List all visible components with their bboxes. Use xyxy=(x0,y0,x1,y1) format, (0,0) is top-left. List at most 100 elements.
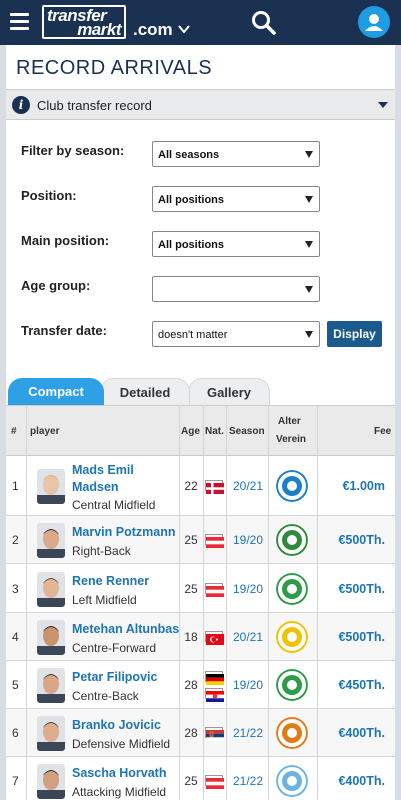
season-link[interactable]: 19/20 xyxy=(230,533,266,547)
flag-denmark-icon xyxy=(205,480,224,494)
column-divider xyxy=(317,405,318,800)
former-club-crest-icon[interactable] xyxy=(276,470,308,502)
season-select[interactable]: All seasons xyxy=(152,141,320,167)
season-link[interactable]: 21/22 xyxy=(230,774,266,788)
table-row: 5 Petar Filipovic Centre-Back 28 19/20 €45… xyxy=(6,661,395,709)
column-divider xyxy=(203,405,204,800)
player-name-line-1[interactable]: Mads Emil xyxy=(72,463,134,477)
player-name-link[interactable]: Marvin Potzmann xyxy=(72,524,184,541)
transfer-fee-link[interactable]: €500Th. xyxy=(319,533,385,547)
header-season[interactable]: Season xyxy=(229,426,265,437)
search-icon[interactable] xyxy=(250,9,278,37)
player-position: Centre-Forward xyxy=(72,641,157,655)
domain-selector[interactable]: .com xyxy=(133,20,173,40)
transfer-fee-link[interactable]: €500Th. xyxy=(319,630,385,644)
transfer-fee-link[interactable]: €1.00m xyxy=(319,479,385,493)
row-number: 2 xyxy=(12,533,19,547)
table-row: 4 Metehan Altunbas Centre-Forward 18 20/21… xyxy=(6,613,395,661)
player-name-link[interactable]: Petar Filipovic xyxy=(72,669,184,686)
player-name-line-1[interactable]: Sascha Horvath xyxy=(72,766,166,780)
site-logo[interactable]: transfer markt xyxy=(42,5,126,39)
row-number: 7 xyxy=(12,774,19,788)
column-divider xyxy=(226,405,227,800)
player-position: Right-Back xyxy=(72,544,131,558)
main-position-select[interactable]: All positions xyxy=(152,231,320,257)
transfer-fee-link[interactable]: €400Th. xyxy=(319,774,385,788)
transfer-date-filter-label: Transfer date: xyxy=(21,323,107,338)
player-name-link[interactable]: Mads Emil Madsen xyxy=(72,462,184,496)
season-filter-label: Filter by season: xyxy=(21,143,125,158)
player-name-link[interactable]: Sascha Horvath xyxy=(72,765,184,782)
position-filter-label: Position: xyxy=(21,188,77,203)
page-title: RECORD ARRIVALS xyxy=(16,57,213,79)
table-row: 7 Sascha Horvath Attacking Midfield 25 21/… xyxy=(6,757,395,800)
info-bar[interactable]: i Club transfer record xyxy=(6,89,395,120)
flag-germany-icon xyxy=(205,671,224,685)
player-name-link[interactable]: Branko Jovicic xyxy=(72,717,184,734)
player-position: Defensive Midfield xyxy=(72,737,171,751)
player-age: 28 xyxy=(184,726,198,740)
main-position-filter-label: Main position: xyxy=(21,233,110,248)
former-club-crest-icon[interactable] xyxy=(276,524,308,556)
header-nationality: Nat. xyxy=(205,426,224,437)
display-button[interactable]: Display xyxy=(327,321,382,347)
table-row: 1 Mads Emil Madsen Central Midfield 22 20/2… xyxy=(6,456,395,516)
chevron-down-icon[interactable] xyxy=(177,22,191,36)
tab-detailed[interactable]: Detailed xyxy=(100,378,190,405)
player-photo[interactable] xyxy=(37,620,65,655)
header-player[interactable]: player xyxy=(30,426,59,437)
player-name-link[interactable]: Metehan Altunbas xyxy=(72,621,184,638)
row-number: 5 xyxy=(12,678,19,692)
transfer-fee-link[interactable]: €400Th. xyxy=(319,726,385,740)
player-photo[interactable] xyxy=(37,764,65,799)
player-age: 25 xyxy=(184,774,198,788)
info-icon: i xyxy=(12,96,30,114)
flag-austria-icon xyxy=(205,534,224,548)
player-age: 28 xyxy=(184,678,198,692)
caret-down-icon[interactable] xyxy=(378,102,388,108)
flag-austria-icon xyxy=(205,582,224,597)
tab-compact[interactable]: Compact xyxy=(8,378,104,405)
user-account-button[interactable] xyxy=(358,6,390,38)
player-name-link[interactable]: Rene Renner xyxy=(72,573,184,590)
row-number: 4 xyxy=(12,630,19,644)
age-group-select[interactable] xyxy=(152,276,320,302)
season-link[interactable]: 20/21 xyxy=(230,479,266,493)
player-name-line-1[interactable]: Rene Renner xyxy=(72,574,149,588)
header-age[interactable]: Age xyxy=(181,426,200,437)
player-photo[interactable] xyxy=(37,668,65,703)
former-club-crest-icon[interactable] xyxy=(276,717,308,749)
player-photo[interactable] xyxy=(37,469,65,504)
former-club-crest-icon[interactable] xyxy=(276,572,308,605)
player-photo[interactable] xyxy=(37,716,65,751)
table-row: 3 Rene Renner Left Midfield 25 19/20 €500T… xyxy=(6,564,395,613)
player-name-line-1[interactable]: Petar Filipovic xyxy=(72,670,157,684)
season-link[interactable]: 19/20 xyxy=(230,582,266,596)
tab-gallery[interactable]: Gallery xyxy=(188,378,270,405)
position-select[interactable]: All positions xyxy=(152,186,320,212)
player-photo[interactable] xyxy=(37,571,65,607)
player-name-line-1[interactable]: Branko Jovicic xyxy=(72,718,161,732)
table-row: 6 Branko Jovicic Defensive Midfield 28 21/… xyxy=(6,709,395,757)
user-icon xyxy=(365,14,383,31)
age-group-filter-label: Age group: xyxy=(21,278,91,293)
top-navigation-bar: transfer markt .com xyxy=(0,0,401,45)
season-link[interactable]: 21/22 xyxy=(230,726,266,740)
former-club-crest-icon[interactable] xyxy=(276,765,308,797)
transfer-fee-link[interactable]: €450Th. xyxy=(319,678,385,692)
season-link[interactable]: 20/21 xyxy=(230,630,266,644)
player-name-line-2[interactable]: Madsen xyxy=(72,480,119,494)
transfer-date-select[interactable]: doesn't matter xyxy=(152,321,320,347)
transfer-fee-link[interactable]: €500Th. xyxy=(319,582,385,596)
former-club-crest-icon[interactable] xyxy=(276,669,308,701)
former-club-crest-icon[interactable] xyxy=(276,621,308,653)
player-name-line-1[interactable]: Marvin Potzmann xyxy=(72,525,176,539)
flag-serbia-icon xyxy=(205,727,224,741)
season-link[interactable]: 19/20 xyxy=(230,678,266,692)
row-number: 6 xyxy=(12,726,19,740)
player-age: 22 xyxy=(184,479,198,493)
player-name-line-1[interactable]: Metehan Altunbas xyxy=(72,622,179,636)
header-fee[interactable]: Fee xyxy=(374,426,391,437)
menu-icon[interactable] xyxy=(10,13,29,30)
player-photo[interactable] xyxy=(37,523,65,558)
